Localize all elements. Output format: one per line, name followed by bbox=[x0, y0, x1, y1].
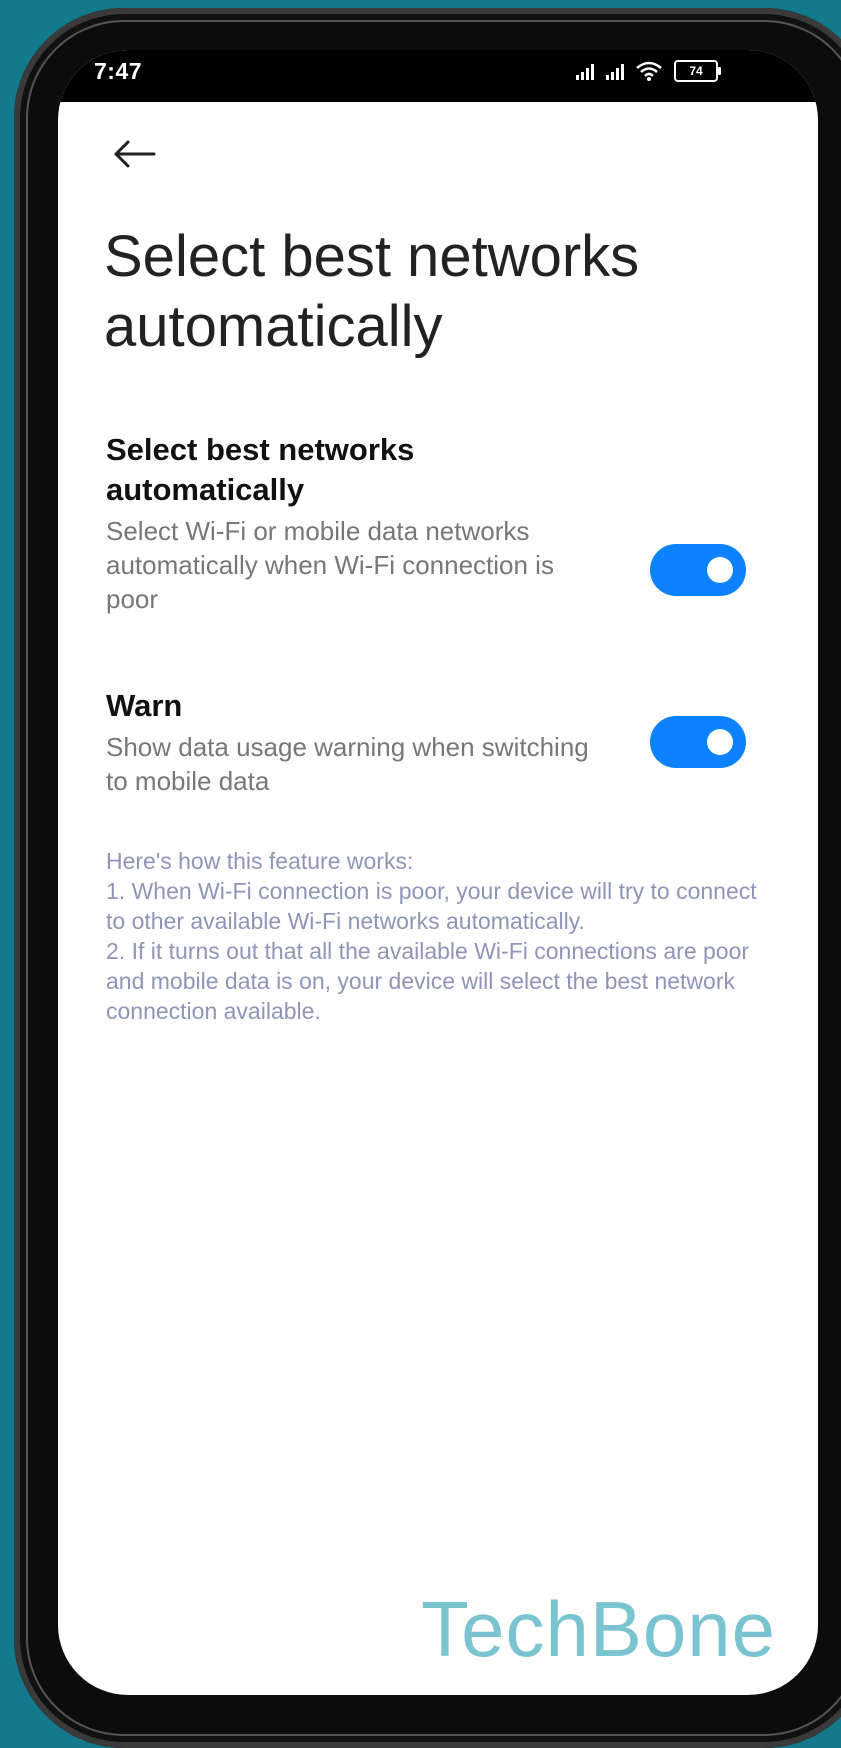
status-time: 7:47 bbox=[94, 58, 143, 84]
setting-description: Select Wi-Fi or mobile data networks aut… bbox=[106, 516, 554, 614]
back-button[interactable] bbox=[106, 126, 162, 182]
watermark-logo: TechBone bbox=[421, 1585, 776, 1673]
status-icons: 74 bbox=[576, 60, 721, 82]
arrow-left-icon bbox=[114, 140, 156, 168]
toggle-knob bbox=[707, 729, 733, 755]
select-best-networks-toggle[interactable] bbox=[650, 544, 746, 596]
signal-icon bbox=[606, 62, 624, 80]
warn-toggle[interactable] bbox=[650, 716, 746, 768]
signal-icon bbox=[576, 62, 594, 80]
setting-title: Warn bbox=[106, 688, 183, 723]
setting-select-best-networks[interactable]: Select best networks automatically Selec… bbox=[106, 430, 796, 616]
battery-level: 74 bbox=[689, 64, 703, 78]
battery-icon: 74 bbox=[674, 60, 721, 82]
info-line-1: 1. When Wi-Fi connection is poor, your d… bbox=[106, 878, 757, 934]
setting-title: Select best networks automatically bbox=[106, 432, 415, 507]
phone-screen: 7:47 74 Select best networks automatical… bbox=[58, 50, 818, 1695]
page-title: Select best networks automatically bbox=[104, 224, 640, 359]
info-heading: Here's how this feature works: bbox=[106, 848, 414, 874]
info-line-2: 2. If it turns out that all the availabl… bbox=[106, 938, 750, 1024]
setting-description: Show data usage warning when switching t… bbox=[106, 732, 589, 796]
toggle-knob bbox=[707, 557, 733, 583]
setting-warn[interactable]: Warn Show data usage warning when switch… bbox=[106, 686, 796, 798]
feature-info: Here's how this feature works: 1. When W… bbox=[106, 846, 766, 1026]
wifi-icon bbox=[636, 61, 662, 81]
status-bar: 7:47 74 bbox=[58, 50, 818, 102]
